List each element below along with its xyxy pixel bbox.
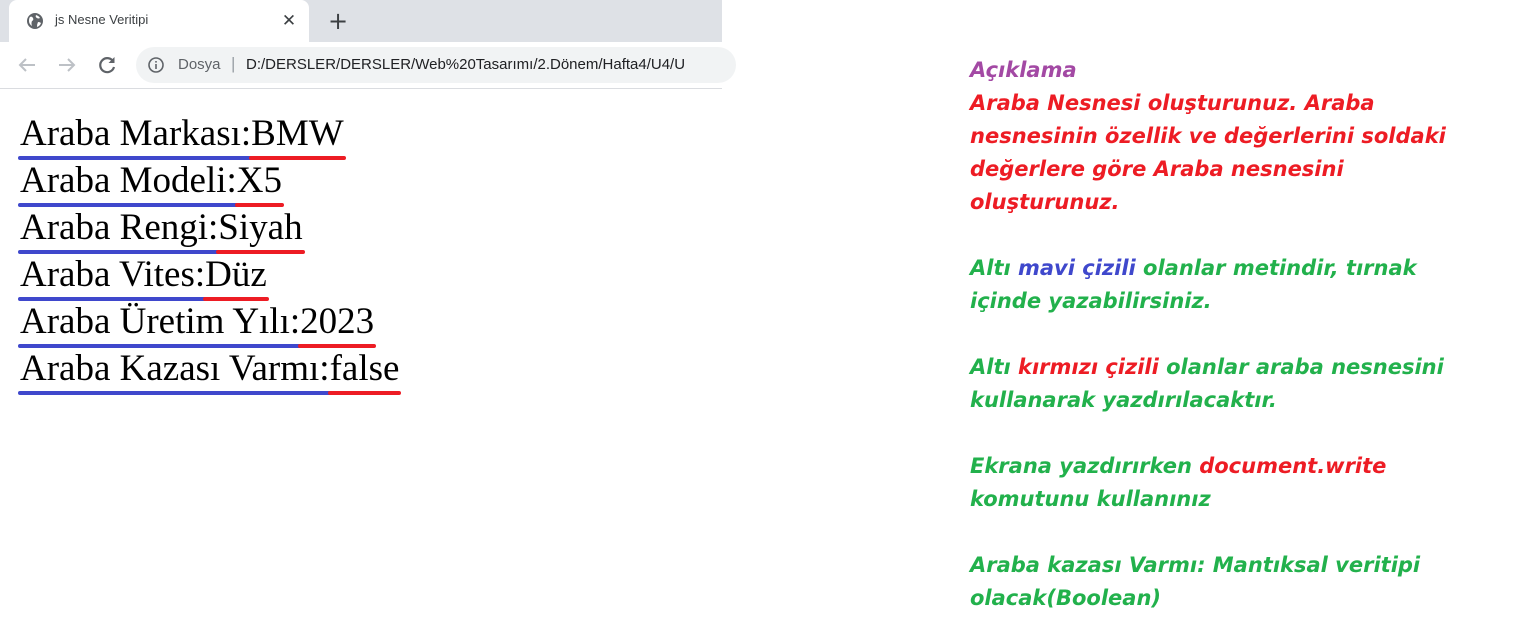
row-label: Araba Modeli:	[18, 157, 239, 207]
car-row-brand: Araba Markası:BMW	[17, 110, 399, 160]
close-icon[interactable]: ✕	[279, 11, 299, 31]
tab-title: js Nesne Veritipi	[55, 12, 149, 27]
car-row-color: Araba Rengi:Siyah	[17, 204, 399, 254]
boolean-note: Araba kazası Varmı: Mantıksal veritipi o…	[970, 553, 1421, 610]
browser-window: js Nesne Veritipi ✕ + Dosya | D:/DERSLER…	[0, 0, 736, 637]
info-icon[interactable]	[148, 57, 164, 73]
blue-underline-note: Altı mavi çizili olanlar metindir, tırna…	[970, 252, 1490, 318]
explanation-heading: Açıklama	[970, 58, 1077, 82]
note-suffix: komutunu kullanınız	[970, 487, 1211, 511]
row-value: Düz	[203, 251, 269, 301]
document-write-note: Ekrana yazdırırken document.write komutu…	[970, 450, 1490, 516]
note-prefix: Altı	[970, 355, 1018, 379]
row-label: Araba Kazası Varmı:	[18, 345, 332, 395]
reload-icon[interactable]	[95, 53, 119, 77]
address-bar[interactable]: Dosya | D:/DERSLER/DERSLER/Web%20Tasarım…	[136, 47, 736, 83]
page-content: Araba Markası:BMW Araba Modeli:X5 Araba …	[17, 110, 402, 395]
row-label: Araba Rengi:	[17, 204, 221, 254]
note-highlight: kırmızı çizili	[1018, 355, 1159, 379]
globe-icon	[27, 13, 43, 29]
car-row-gear: Araba Vites:Düz	[17, 251, 399, 301]
note-prefix: Altı	[970, 256, 1018, 280]
car-row-model: Araba Modeli:X5	[18, 157, 399, 207]
address-scheme: Dosya	[178, 56, 221, 73]
address-url[interactable]: D:/DERSLER/DERSLER/Web%20Tasarımı/2.Döne…	[246, 56, 685, 73]
note-highlight: mavi çizili	[1018, 256, 1136, 280]
row-value: X5	[234, 157, 285, 207]
row-value: false	[327, 345, 402, 395]
tab-strip: js Nesne Veritipi ✕ +	[0, 0, 722, 42]
row-value: 2023	[298, 298, 377, 348]
row-label: Araba Vites:	[17, 251, 208, 301]
row-value: Siyah	[216, 204, 305, 254]
row-label: Araba Markası:	[17, 110, 254, 160]
note-highlight: document.write	[1199, 454, 1387, 478]
browser-toolbar: Dosya | D:/DERSLER/DERSLER/Web%20Tasarım…	[0, 42, 736, 89]
car-row-year: Araba Üretim Yılı:2023	[17, 298, 399, 348]
browser-tab[interactable]: js Nesne Veritipi ✕	[9, 0, 309, 42]
explanation-panel: Açıklama Araba Nesnesi oluşturunuz. Arab…	[970, 54, 1490, 615]
plus-icon[interactable]: +	[326, 9, 350, 33]
forward-arrow-icon[interactable]	[55, 53, 79, 77]
address-separator: |	[231, 54, 236, 73]
row-label: Araba Üretim Yılı:	[17, 298, 303, 348]
task-text: Araba Nesnesi oluşturunuz. Araba nesnesi…	[970, 91, 1446, 214]
red-underline-note: Altı kırmızı çizili olanlar araba nesnes…	[970, 351, 1490, 417]
note-prefix: Ekrana yazdırırken	[970, 454, 1200, 478]
row-value: BMW	[249, 110, 346, 160]
car-row-accident: Araba Kazası Varmı:false	[18, 345, 402, 395]
back-arrow-icon[interactable]	[15, 53, 39, 77]
